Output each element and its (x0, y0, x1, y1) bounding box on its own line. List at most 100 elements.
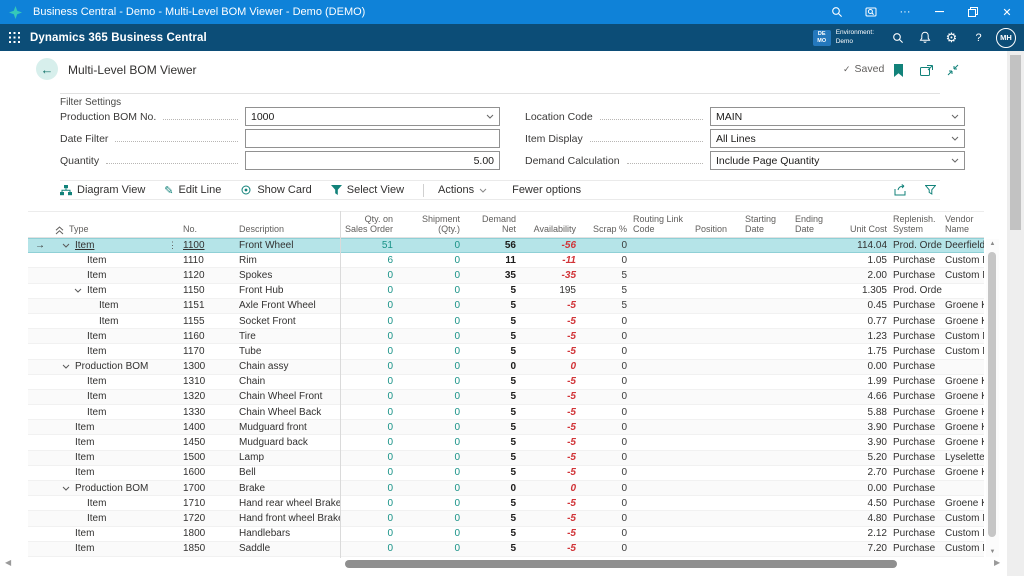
more-options-icon[interactable]: ··· (888, 0, 922, 24)
no-link[interactable]: 1160 (183, 331, 205, 342)
type-link[interactable]: Item (99, 300, 118, 311)
no-link[interactable]: 1450 (183, 437, 205, 448)
help-icon[interactable]: ? (965, 24, 992, 51)
table-row[interactable]: Production BOM1300Chain assy000000.00Pur… (28, 360, 984, 375)
column-header-demand[interactable]: Demand Net (463, 212, 519, 237)
collapse-pane-icon[interactable] (943, 61, 963, 79)
column-header-marker[interactable] (28, 212, 52, 237)
column-header-no[interactable]: No. (180, 212, 236, 237)
diagram-view-button[interactable]: Diagram View (60, 184, 145, 196)
type-link[interactable]: Item (87, 376, 106, 387)
column-header-type[interactable]: Type (52, 212, 180, 237)
column-header-desc[interactable]: Description (236, 212, 340, 237)
type-link[interactable]: Item (87, 391, 106, 402)
table-vertical-scrollbar[interactable]: ▲ ▼ (986, 239, 999, 557)
type-link[interactable]: Item (87, 331, 106, 342)
no-link[interactable]: 1320 (183, 391, 205, 402)
no-link[interactable]: 1500 (183, 452, 205, 463)
column-header-vendor[interactable]: Vendor Name (942, 212, 984, 237)
no-link[interactable]: 1100 (183, 240, 205, 251)
table-row[interactable]: Item1400Mudguard front005-503.90Purchase… (28, 420, 984, 435)
row-menu-icon[interactable]: ⋮ (168, 240, 177, 251)
collapse-all-icon[interactable] (55, 226, 64, 235)
notifications-bell-icon[interactable] (911, 24, 938, 51)
column-header-trans[interactable]: Trans. Ord. Shipment (Qty.) (396, 212, 463, 237)
expand-chevron-icon[interactable] (74, 288, 82, 293)
table-hscroll-thumb[interactable] (345, 560, 897, 568)
table-row[interactable]: Item1450Mudguard back005-503.90PurchaseG… (28, 435, 984, 450)
restore-icon[interactable] (956, 0, 990, 24)
no-link[interactable]: 1710 (183, 498, 205, 509)
type-link[interactable]: Item (87, 498, 106, 509)
location-code-input[interactable]: MAIN (710, 107, 965, 126)
close-icon[interactable]: ✕ (990, 0, 1024, 24)
type-link[interactable]: Production BOM (75, 483, 148, 494)
no-link[interactable]: 1700 (183, 483, 205, 494)
select-view-button[interactable]: Select View (331, 184, 404, 196)
no-link[interactable]: 1300 (183, 361, 205, 372)
app-title[interactable]: Dynamics 365 Business Central (30, 32, 207, 44)
type-link[interactable]: Item (87, 513, 106, 524)
no-link[interactable]: 1110 (183, 255, 204, 266)
table-row[interactable]: Item1120Spokes0035-3552.00PurchaseCustom… (28, 268, 984, 283)
edit-line-button[interactable]: ✎ Edit Line (164, 184, 221, 197)
type-link[interactable]: Item (75, 240, 94, 251)
type-link[interactable]: Item (99, 316, 118, 327)
no-link[interactable]: 1800 (183, 528, 205, 539)
table-row[interactable]: Item1110Rim6011-1101.05PurchaseCustom Me… (28, 253, 984, 268)
show-card-button[interactable]: Show Card (240, 184, 311, 196)
column-header-position[interactable]: Position (692, 212, 742, 237)
user-avatar[interactable]: MH (996, 28, 1016, 48)
back-button[interactable]: ← (36, 58, 58, 80)
scroll-up-arrow-icon[interactable]: ▲ (986, 241, 999, 247)
share-icon[interactable] (894, 184, 908, 196)
column-header-replenish[interactable]: Replenish. System (890, 212, 942, 237)
minimize-icon[interactable] (922, 0, 956, 24)
no-link[interactable]: 1330 (183, 407, 205, 418)
demand-calculation-input[interactable]: Include Page Quantity (710, 151, 965, 170)
type-link[interactable]: Item (75, 543, 94, 554)
actions-menu-button[interactable]: Actions (438, 184, 487, 196)
type-link[interactable]: Item (87, 270, 106, 281)
expand-chevron-icon[interactable] (62, 243, 70, 248)
type-link[interactable]: Item (75, 467, 94, 478)
type-link[interactable]: Item (75, 422, 94, 433)
no-link[interactable]: 1150 (183, 285, 205, 296)
column-header-end[interactable]: Ending Date (792, 212, 846, 237)
column-header-scrap[interactable]: Scrap % (579, 212, 630, 237)
no-link[interactable]: 1310 (183, 376, 205, 387)
table-row[interactable]: Item1710Hand rear wheel Brake005-504.50P… (28, 496, 984, 511)
column-header-qty[interactable]: Qty. on Sales Order (340, 212, 396, 237)
table-row[interactable]: Item1720Hand front wheel Brake005-504.80… (28, 511, 984, 526)
table-row[interactable]: Item1151Axle Front Wheel005-550.45Purcha… (28, 299, 984, 314)
type-link[interactable]: Item (87, 285, 106, 296)
column-header-unit[interactable]: Unit Cost (846, 212, 890, 237)
settings-gear-icon[interactable]: ⚙ (938, 24, 965, 51)
no-link[interactable]: 1155 (183, 316, 205, 327)
expand-chevron-icon[interactable] (62, 364, 70, 369)
no-link[interactable]: 1600 (183, 467, 205, 478)
table-row[interactable]: Item1310Chain005-501.99PurchaseGroene Ka… (28, 375, 984, 390)
scroll-down-arrow-icon[interactable]: ▼ (986, 549, 999, 555)
waffle-menu-icon[interactable] (9, 32, 20, 43)
environment-badge[interactable]: DE MO (813, 30, 831, 46)
no-link[interactable]: 1120 (183, 270, 205, 281)
table-row[interactable]: Item1320Chain Wheel Front005-504.66Purch… (28, 390, 984, 405)
no-link[interactable]: 1170 (183, 346, 205, 357)
type-link[interactable]: Item (75, 528, 94, 539)
search-icon[interactable] (884, 24, 911, 51)
production-bom-no-input[interactable]: 1000 (245, 107, 500, 126)
window-scrollbar-thumb[interactable] (1010, 55, 1021, 230)
table-row[interactable]: Item1160Tire005-501.23PurchaseCustom Met… (28, 329, 984, 344)
table-row[interactable]: Item1170Tube005-501.75PurchaseCustom Met… (28, 344, 984, 359)
column-header-routing[interactable]: Routing Link Code (630, 212, 692, 237)
bookmark-icon[interactable] (888, 61, 908, 79)
table-row[interactable]: Item1155Socket Front005-500.77PurchaseGr… (28, 314, 984, 329)
item-display-input[interactable]: All Lines (710, 129, 965, 148)
scroll-right-arrow-icon[interactable]: ▶ (994, 558, 1000, 567)
column-header-avail[interactable]: Availability (519, 212, 579, 237)
zoom-icon[interactable] (820, 0, 854, 24)
type-link[interactable]: Production BOM (75, 361, 148, 372)
window-scrollbar[interactable] (1007, 51, 1024, 576)
no-link[interactable]: 1850 (183, 543, 205, 554)
